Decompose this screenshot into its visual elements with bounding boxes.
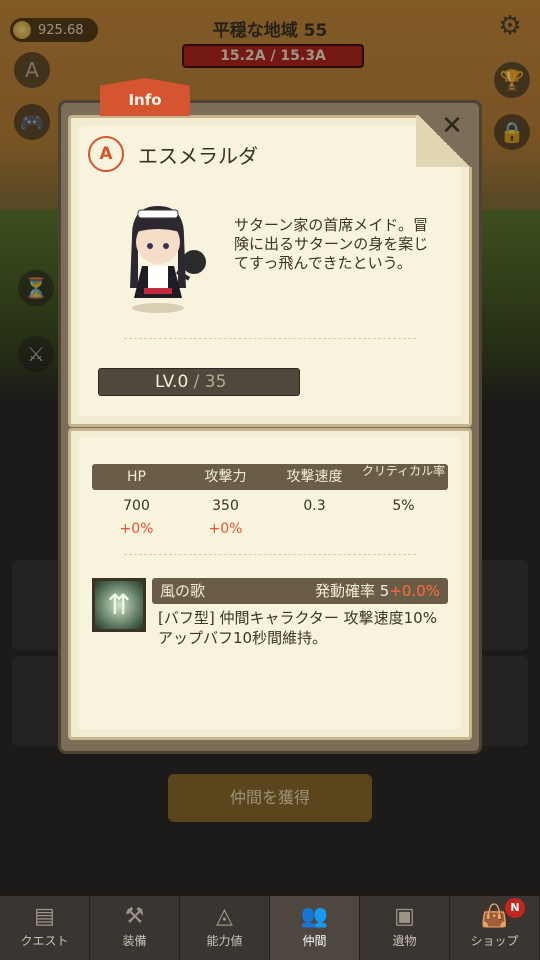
nav-equipment[interactable]: ⚒ 装備 — [90, 896, 180, 960]
stat-value-attack-speed: 0.3 — [303, 498, 326, 514]
nav-label: ショップ — [470, 934, 519, 948]
nav-label: 装備 — [122, 934, 147, 948]
skill-rate: 発動確率 5+0.0% — [315, 578, 440, 604]
nav-label: 仲間 — [302, 934, 327, 948]
nav-quest[interactable]: ▤ クエスト — [0, 896, 90, 960]
nav-label: クエスト — [20, 934, 69, 948]
nav-shop[interactable]: 👜 ショップ N — [450, 896, 540, 960]
skill-rate-bonus: +0.0% — [389, 582, 440, 600]
stat-bonus-attack: +0% — [208, 521, 243, 537]
skill-name: 風の歌 — [160, 582, 206, 600]
shop-bag-icon: 👜 — [480, 904, 509, 929]
stats-values: 700 350 0.3 5% — [92, 498, 448, 514]
party-icon: 👥 — [300, 904, 329, 929]
new-badge: N — [505, 898, 525, 918]
stat-value-critical: 5% — [392, 498, 415, 514]
bottom-nav: ▤ クエスト ⚒ 装備 ◬ 能力値 👥 仲間 ▣ 遺物 👜 ショップ N — [0, 894, 540, 960]
skill-rate-value: 5 — [379, 582, 390, 600]
nav-label: 能力値 — [206, 934, 243, 948]
divider — [124, 338, 416, 339]
stat-header-attack: 攻撃力 — [204, 469, 247, 485]
level-max: / 35 — [193, 372, 227, 392]
stat-value-hp: 700 — [123, 498, 150, 514]
wind-arrows-icon: ⇈ — [92, 578, 146, 632]
stat-header-attack-speed: 攻撃速度 — [286, 469, 343, 485]
stat-value-attack: 350 — [212, 498, 239, 514]
weapon-icon: ⚒ — [124, 904, 145, 929]
rank-badge: A — [88, 136, 124, 172]
nav-label: 遺物 — [392, 934, 417, 948]
nav-relics[interactable]: ▣ 遺物 — [360, 896, 450, 960]
quest-book-icon: ▤ — [34, 904, 55, 929]
stat-header-hp: HP — [127, 469, 146, 485]
nav-party[interactable]: 👥 仲間 — [270, 896, 360, 960]
tab-info[interactable]: Info — [100, 78, 190, 116]
stat-bonus-critical — [359, 521, 448, 537]
skill-header: 風の歌 発動確率 5+0.0% — [152, 578, 448, 604]
hero-portrait — [118, 196, 214, 316]
stat-header-critical: クリティカル率 — [361, 464, 446, 478]
level-value: LV.0 — [155, 372, 189, 392]
skill-description: [バフ型] 仲間キャラクター 攻撃速度10%アップバフ10秒間維持。 — [158, 609, 437, 647]
hero-description: サターン家の首席メイド。冒険に出るサターンの身を案じてすっ飛んできたという。 — [234, 216, 429, 272]
stats-icon: ◬ — [216, 904, 233, 929]
stats-bonuses: +0% +0% — [92, 521, 448, 537]
skill-rate-label: 発動確率 — [314, 582, 375, 600]
level-bar: LV.0 / 35 — [98, 368, 300, 396]
hero-name: エスメラルダ — [138, 144, 258, 168]
stats-header: HP 攻撃力 攻撃速度 クリティカル率 — [92, 464, 448, 490]
close-icon[interactable]: ✕ — [438, 112, 466, 140]
divider — [124, 554, 416, 555]
chest-icon: ▣ — [394, 904, 415, 929]
stat-bonus-hp: +0% — [119, 521, 154, 537]
nav-stats[interactable]: ◬ 能力値 — [180, 896, 270, 960]
stat-bonus-attack-speed — [270, 521, 359, 537]
